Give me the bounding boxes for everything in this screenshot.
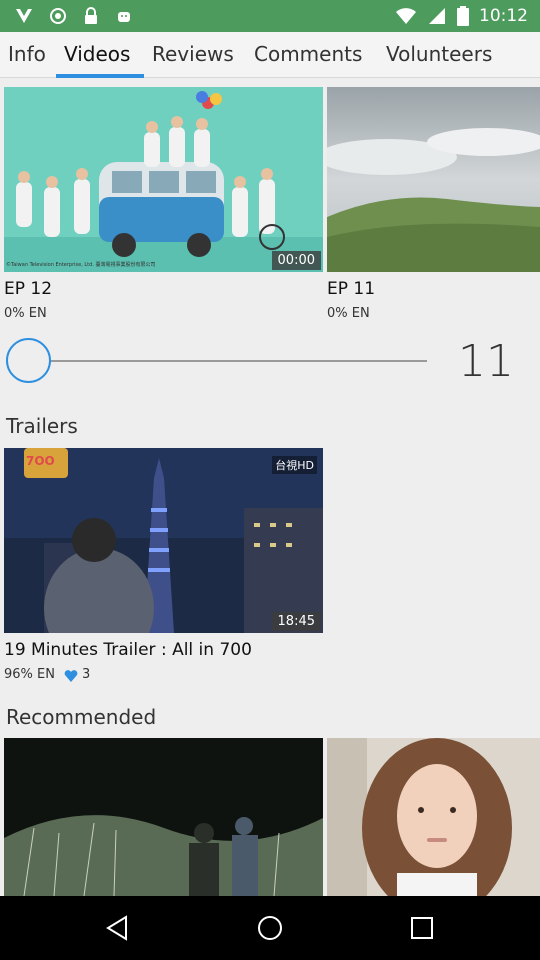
- episode-11-title[interactable]: EP 11: [327, 279, 375, 299]
- recommended-image-1: [4, 738, 323, 896]
- trailers-heading: Trailers: [6, 414, 78, 438]
- episode-12-title[interactable]: EP 12: [4, 279, 52, 299]
- episode-12-caption: ©Taiwan Television Enterprise, Ltd. 臺灣電視…: [6, 262, 156, 268]
- episode-12-image: [4, 87, 323, 272]
- trailer-thumbnail[interactable]: 7OO 台視HD 18:45: [4, 448, 323, 633]
- episode-slider-value: 11: [458, 336, 514, 387]
- heart-icon: [64, 670, 78, 682]
- trailer-meta: 96% EN: [4, 667, 55, 682]
- back-icon[interactable]: [104, 914, 132, 942]
- episode-12-thumbnail[interactable]: ©Taiwan Television Enterprise, Ltd. 臺灣電視…: [4, 87, 323, 272]
- tab-volunteers[interactable]: Volunteers: [386, 42, 492, 66]
- tab-reviews[interactable]: Reviews: [152, 42, 234, 66]
- episode-11-image: [327, 87, 540, 272]
- trailer-image: [4, 448, 323, 633]
- episode-11-meta: 0% EN: [327, 306, 370, 321]
- episode-12-duration: 00:00: [271, 251, 321, 270]
- recommended-item-2[interactable]: [327, 738, 540, 896]
- tab-bar: Info Videos Reviews Comments Volunteers: [0, 32, 540, 78]
- trailer-title[interactable]: 19 Minutes Trailer : All in 700: [4, 640, 252, 660]
- lock-icon: [85, 7, 97, 24]
- signal-icon: [429, 8, 445, 24]
- recommended-item-1[interactable]: [4, 738, 323, 896]
- status-bar: 10:12: [0, 0, 540, 32]
- target-icon: [50, 8, 66, 24]
- battery-icon: [457, 6, 469, 26]
- trailer-duration: 18:45: [271, 612, 321, 631]
- wifi-icon: [396, 8, 416, 24]
- trailer-show-logo: 7OO: [26, 454, 55, 468]
- navigation-bar: [0, 896, 540, 960]
- episode-11-thumbnail[interactable]: [327, 87, 540, 272]
- tab-info[interactable]: Info: [8, 42, 46, 66]
- episode-slider-thumb[interactable]: [6, 338, 51, 383]
- tab-comments[interactable]: Comments: [254, 42, 362, 66]
- episode-12-meta: 0% EN: [4, 306, 47, 321]
- home-icon[interactable]: [256, 914, 284, 942]
- channel-logo: 台視HD: [272, 456, 317, 474]
- recommended-image-2: [327, 738, 540, 896]
- android-icon: [118, 12, 130, 22]
- tab-videos[interactable]: Videos: [64, 42, 130, 66]
- recent-apps-icon[interactable]: [408, 914, 436, 942]
- recommended-heading: Recommended: [6, 705, 157, 729]
- status-time: 10:12: [479, 6, 528, 26]
- trailer-likes: 3: [82, 667, 91, 682]
- app-v-icon: [16, 9, 32, 23]
- active-tab-indicator: [56, 74, 144, 78]
- episode-slider-track[interactable]: [50, 360, 427, 362]
